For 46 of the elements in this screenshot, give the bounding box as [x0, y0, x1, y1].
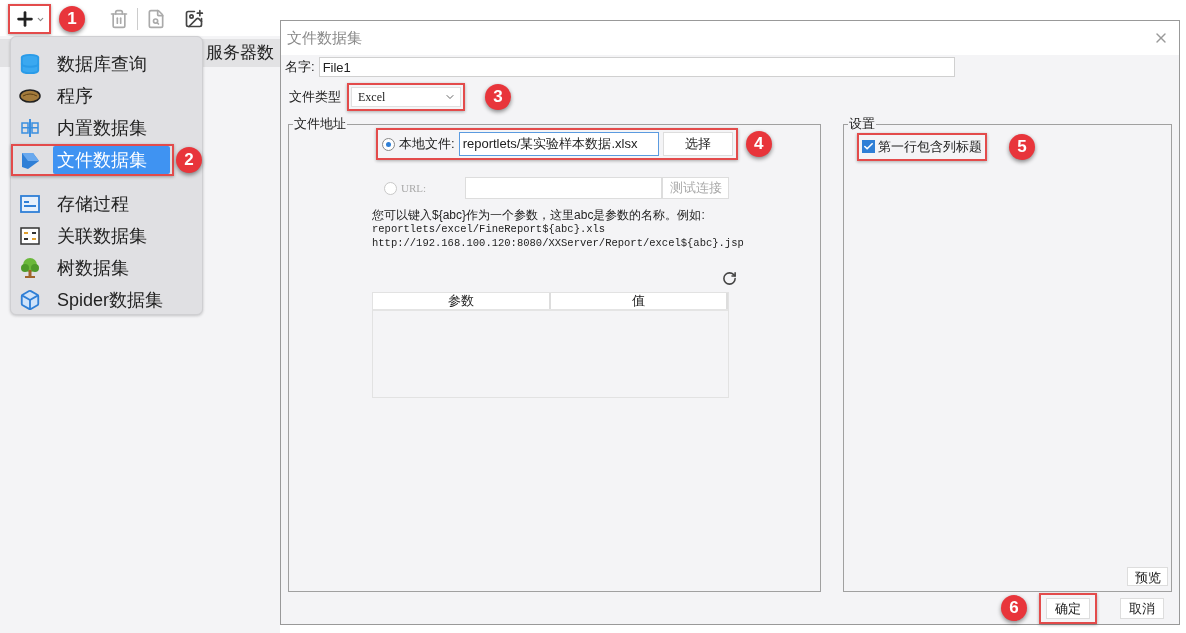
menu-item[interactable]: Spider数据集	[53, 286, 185, 314]
dialog-title: 文件数据集	[287, 27, 362, 48]
menu-item[interactable]: 树数据集	[53, 254, 185, 282]
callout-badge: 5	[1009, 133, 1035, 160]
callout-badge: 2	[176, 147, 202, 173]
callout-badge: 4	[745, 131, 772, 157]
checkbox[interactable]	[862, 140, 875, 154]
file-type-dropdown[interactable]: Excel	[351, 87, 461, 107]
menu-item[interactable]: 关联数据集	[53, 222, 185, 250]
field-label: 名字:	[285, 58, 315, 77]
dialog-button[interactable]: 取消	[1120, 597, 1164, 619]
radio-button[interactable]	[382, 137, 395, 151]
plus-icon	[14, 8, 36, 30]
group-legend: 文件地址	[293, 116, 347, 132]
document-search-icon[interactable]	[146, 9, 166, 29]
column-header[interactable]: 值	[550, 293, 728, 309]
hint-text: http://192.168.100.120:8080/XXServer/Report/excel${abc}.jsp	[372, 236, 745, 250]
choose-button[interactable]: 选择	[662, 132, 733, 156]
image-edit-icon[interactable]	[184, 9, 204, 29]
callout-badge: 6	[1001, 595, 1027, 621]
refresh-icon[interactable]	[722, 271, 737, 286]
tree-icon	[19, 257, 41, 279]
table-icon	[19, 225, 41, 247]
column-header[interactable]: 参数	[373, 293, 551, 309]
hint-text: reportlets/excel/FineReport${abc}.xls	[372, 222, 607, 236]
preview-button[interactable]: 预览	[1127, 567, 1168, 586]
grid-icon	[19, 117, 41, 139]
menu-item[interactable]: 数据库查询	[53, 50, 185, 78]
file-path-field[interactable]: reportlets/某实验样本数据.xlsx	[458, 132, 659, 156]
trash-icon[interactable]	[109, 9, 129, 29]
callout-badge: 1	[59, 6, 85, 32]
radio-label: URL:	[401, 180, 428, 196]
radio-label: 本地文件:	[399, 135, 455, 154]
group-legend: 设置	[848, 116, 876, 132]
checkbox-label: 第一行包含列标题	[878, 138, 982, 156]
field-label: 文件类型	[289, 88, 341, 107]
menu-item[interactable]: 程序	[53, 82, 185, 110]
menu-item[interactable]: 存储过程	[53, 190, 185, 218]
hint-text: 您可以键入${abc}作为一个参数，这里abc是参数的名称。例如:	[372, 208, 706, 222]
database-icon	[19, 53, 41, 75]
dialog-button[interactable]: 确定	[1046, 597, 1090, 619]
cube-icon	[19, 289, 41, 311]
menu-item[interactable]: 内置数据集	[53, 114, 185, 142]
form-icon	[19, 193, 41, 215]
callout-badge: 3	[485, 84, 511, 110]
name-field[interactable]: File1	[318, 57, 955, 77]
